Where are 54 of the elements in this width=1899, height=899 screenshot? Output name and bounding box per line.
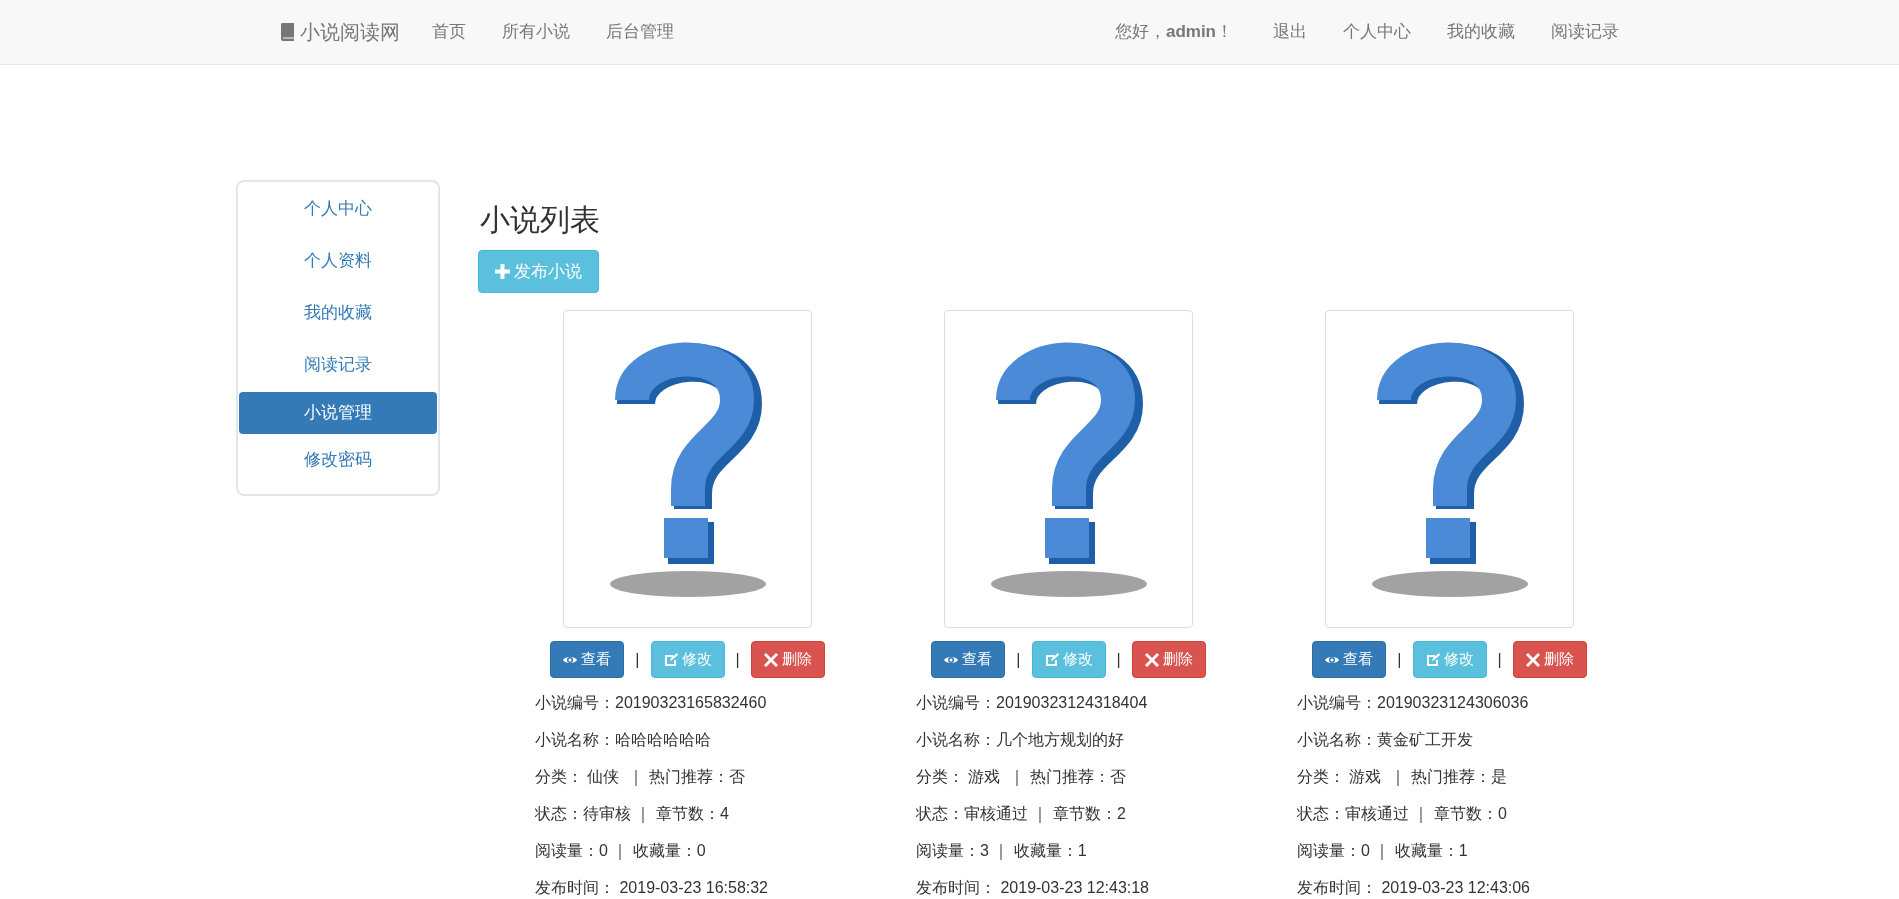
- edit-icon: [1044, 652, 1059, 667]
- info-text: 小说编号：20190323124318404: [916, 693, 1149, 713]
- edit-icon: [1425, 652, 1440, 667]
- info-text: 发布时间： 2019-03-23 12:43:18: [916, 878, 1150, 898]
- separator-text: |: [1397, 649, 1402, 670]
- nav-link[interactable]: 首页: [432, 19, 466, 45]
- info-text: 发布时间： 2019-03-23 16:58:32: [535, 878, 769, 898]
- info-text: 小说名称：几个地方规划的好: [916, 730, 1125, 750]
- sidebar-item[interactable]: 小说管理: [239, 391, 437, 434]
- separator-text: |: [1116, 649, 1121, 670]
- edit-icon: [663, 652, 678, 667]
- view-button[interactable]: 查看: [550, 641, 625, 678]
- close-icon: [763, 652, 778, 667]
- sidebar-item[interactable]: 个人资料: [239, 235, 437, 287]
- brand-link[interactable]: 小说阅读网: [280, 17, 400, 47]
- info-text: 状态：审核通过 ｜ 章节数：2: [916, 804, 1127, 825]
- nav-link[interactable]: 我的收藏: [1447, 19, 1515, 45]
- info-text: 状态：待审核 ｜ 章节数：4: [535, 804, 730, 825]
- info-text: 阅读量：3 ｜ 收藏量：1: [916, 841, 1088, 862]
- nav-link[interactable]: 所有小说: [502, 19, 570, 45]
- nav-link[interactable]: 后台管理: [606, 19, 674, 45]
- sidebar-item[interactable]: 修改密码: [239, 434, 437, 486]
- view-button[interactable]: 查看: [1312, 641, 1387, 678]
- nav-link[interactable]: 个人中心: [1343, 19, 1411, 45]
- info-text: 状态：审核通过 ｜ 章节数：0: [1297, 804, 1508, 825]
- nav-link[interactable]: 阅读记录: [1551, 19, 1619, 45]
- delete-button[interactable]: 删除: [750, 641, 825, 678]
- info-text: 小说编号：20190323124306036: [1297, 693, 1530, 713]
- sidebar-item[interactable]: 个人中心: [239, 183, 437, 235]
- close-icon: [1144, 652, 1159, 667]
- info-text: 分类： 游戏 ｜ 热门推荐：否: [916, 767, 1127, 788]
- delete-button[interactable]: 删除: [1131, 641, 1206, 678]
- info-text: 小说名称：哈哈哈哈哈哈: [535, 730, 712, 750]
- book-icon: [280, 22, 296, 42]
- separator-text: |: [735, 649, 740, 670]
- separator-text: |: [635, 649, 640, 670]
- sidebar-item[interactable]: 阅读记录: [239, 339, 437, 391]
- info-text: 小说名称：黄金矿工开发: [1297, 730, 1474, 750]
- greeting-text: 您好，admin！: [1114, 21, 1233, 44]
- info-text: 小说编号：20190323165832460: [535, 693, 768, 713]
- info-text: 分类： 游戏 ｜ 热门推荐：是: [1297, 767, 1508, 788]
- page-title: 小说列表: [480, 202, 601, 238]
- info-text: 分类： 仙侠 ｜ 热门推荐：否: [535, 767, 746, 788]
- separator-text: |: [1497, 649, 1502, 670]
- info-text: 发布时间： 2019-03-23 12:43:06: [1297, 878, 1531, 898]
- nav-link[interactable]: 退出: [1273, 19, 1307, 45]
- view-button[interactable]: 查看: [931, 641, 1006, 678]
- sidebar-item[interactable]: 我的收藏: [239, 287, 437, 339]
- close-icon: [1525, 652, 1540, 667]
- plus-icon: [495, 264, 510, 279]
- info-text: 阅读量：0 ｜ 收藏量：1: [1297, 841, 1469, 862]
- separator-text: |: [1016, 649, 1021, 670]
- delete-button[interactable]: 删除: [1512, 641, 1587, 678]
- info-text: 阅读量：0 ｜ 收藏量：0: [535, 841, 707, 862]
